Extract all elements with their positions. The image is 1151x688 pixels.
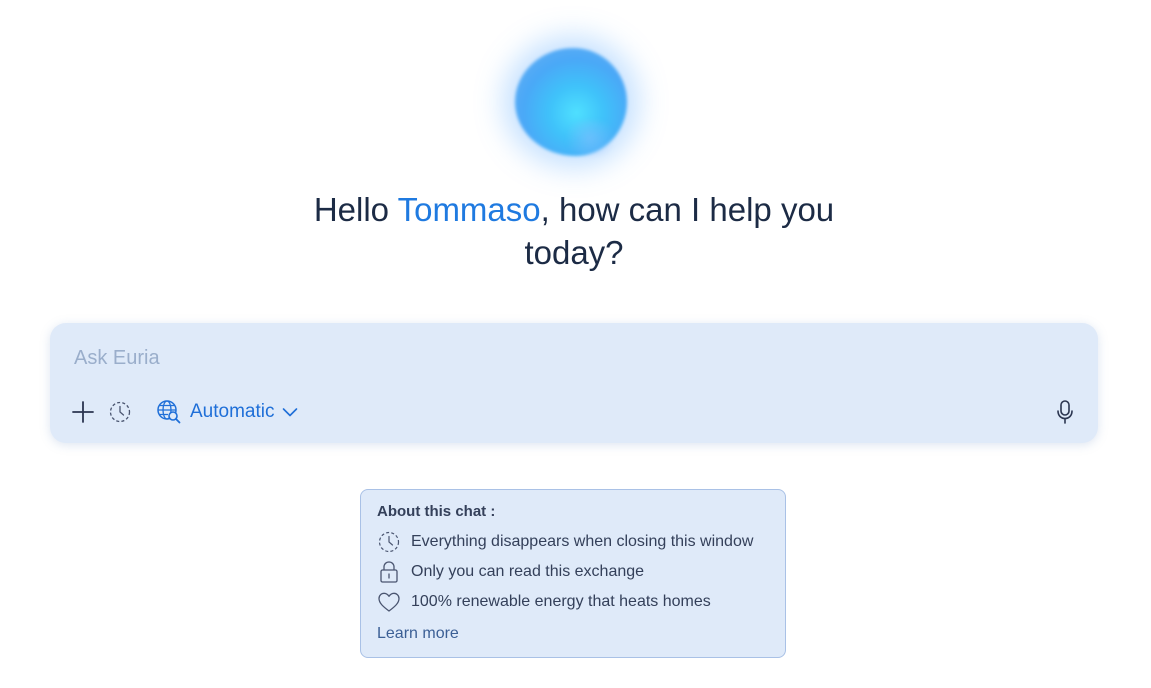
add-attachment-button[interactable] [70, 399, 96, 425]
chevron-down-icon [283, 408, 298, 417]
heart-icon [377, 590, 401, 614]
greeting-suffix: , how can I help you today? [524, 191, 835, 271]
ephemeral-clock-icon [377, 530, 401, 554]
avatar-glow [560, 120, 620, 156]
plus-icon [72, 401, 94, 423]
user-name: Tommaso [397, 191, 541, 228]
ephemeral-clock-icon [109, 401, 131, 423]
microphone-icon [1057, 400, 1073, 424]
search-mode-dropdown[interactable]: Automatic [156, 397, 298, 427]
info-item-text: Everything disappears when closing this … [411, 533, 754, 550]
voice-input-button[interactable] [1053, 399, 1077, 425]
info-item-energy: 100% renewable energy that heats homes [377, 590, 711, 614]
info-item-text: 100% renewable energy that heats homes [411, 593, 711, 610]
message-composer: Automatic [50, 323, 1098, 443]
info-item-ephemeral: Everything disappears when closing this … [377, 530, 753, 554]
web-search-globe-icon [157, 400, 181, 424]
search-mode-label: Automatic [190, 401, 275, 422]
ephemeral-mode-button[interactable] [108, 400, 132, 424]
info-item-text: Only you can read this exchange [411, 563, 645, 580]
ask-input[interactable] [72, 341, 1056, 375]
chat-home: Hello Tommaso, how can I help you today?… [0, 0, 1151, 688]
info-card-title: About this chat : [377, 503, 496, 520]
lock-icon [377, 560, 401, 584]
greeting-prefix: Hello [313, 191, 398, 228]
greeting-heading: Hello Tommaso, how can I help you today? [300, 188, 848, 274]
chat-info-card: About this chat : Everything disappears … [360, 489, 786, 658]
info-item-private: Only you can read this exchange [377, 560, 644, 584]
learn-more-link[interactable]: Learn more [377, 625, 459, 643]
